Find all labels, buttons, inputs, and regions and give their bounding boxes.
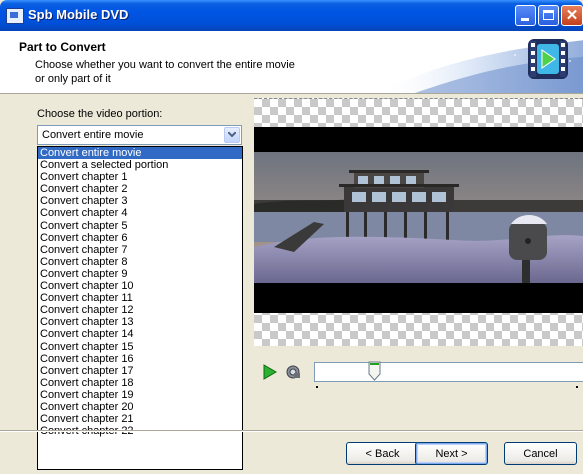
timeline-slider-thumb[interactable] [368,361,381,381]
minimize-button[interactable] [515,5,536,26]
wizard-window: Spb Mobile DVD ✕ Part to Convert Choose … [0,0,583,474]
title-bar[interactable]: Spb Mobile DVD ✕ [0,0,583,31]
dropdown-option[interactable]: Convert chapter 5 [38,220,242,232]
dropdown-option[interactable]: Convert entire movie [38,147,242,160]
cancel-button[interactable]: Cancel [504,442,577,465]
dropdown-option[interactable]: Convert chapter 14 [38,328,242,340]
dropdown-option[interactable]: Convert chapter 8 [38,256,242,268]
camera-icon [286,365,300,379]
dropdown-option[interactable]: Convert chapter 6 [38,232,242,244]
dropdown-option[interactable]: Convert chapter 4 [38,207,242,219]
video-portion-options[interactable]: Convert entire movie Convert a selected p… [37,146,243,470]
dropdown-option[interactable]: Convert chapter 10 [38,280,242,292]
dropdown-option[interactable]: Convert chapter 21 [38,413,242,425]
dropdown-option[interactable]: Convert a selected portion [38,159,242,171]
dropdown-option[interactable]: Convert chapter 11 [38,292,242,304]
timeline-tick [576,386,578,388]
dropdown-option[interactable]: Convert chapter 16 [38,353,242,365]
page-description: Choose whether you want to convert the e… [35,59,295,85]
dropdown-option[interactable]: Convert chapter 17 [38,365,242,377]
maximize-button[interactable] [538,5,559,26]
video-portion-value: Convert entire movie [42,129,144,141]
dropdown-option[interactable]: Convert chapter 15 [38,341,242,353]
next-button[interactable]: Next > [415,442,488,465]
video-portion-label: Choose the video portion: [37,108,163,120]
footer-separator [0,430,583,432]
dropdown-option[interactable]: Convert chapter 13 [38,316,242,328]
window-title: Spb Mobile DVD [28,7,129,22]
dropdown-option[interactable]: Convert chapter 12 [38,304,242,316]
video-preview [254,98,583,346]
video-portion-select[interactable]: Convert entire movie [37,125,242,145]
page-title: Part to Convert [19,40,106,54]
close-button[interactable]: ✕ [561,5,583,26]
film-play-icon [528,39,568,79]
dropdown-option[interactable]: Convert chapter 19 [38,389,242,401]
minimize-icon [521,18,529,21]
timeline-track[interactable] [314,362,583,382]
back-button[interactable]: < Back [346,442,419,465]
video-frame [254,127,583,313]
dropdown-option[interactable]: Convert chapter 20 [38,401,242,413]
dropdown-button[interactable] [224,127,240,143]
chevron-down-icon [228,132,236,138]
dropdown-option[interactable]: Convert chapter 9 [38,268,242,280]
dropdown-option[interactable]: Convert chapter 18 [38,377,242,389]
app-icon [6,8,24,24]
dropdown-option[interactable]: Convert chapter 7 [38,244,242,256]
dropdown-option[interactable]: Convert chapter 1 [38,171,242,183]
snapshot-button[interactable] [285,364,301,380]
close-icon: ✕ [565,7,579,24]
dropdown-option[interactable]: Convert chapter 2 [38,183,242,195]
play-icon [263,364,277,380]
dropdown-option[interactable]: Convert chapter 3 [38,195,242,207]
timeline-tick [316,386,318,388]
maximize-icon [543,10,554,20]
wizard-header: Part to Convert Choose whether you want … [0,31,583,94]
play-button[interactable] [263,364,277,380]
preview-frame-image [254,152,583,283]
